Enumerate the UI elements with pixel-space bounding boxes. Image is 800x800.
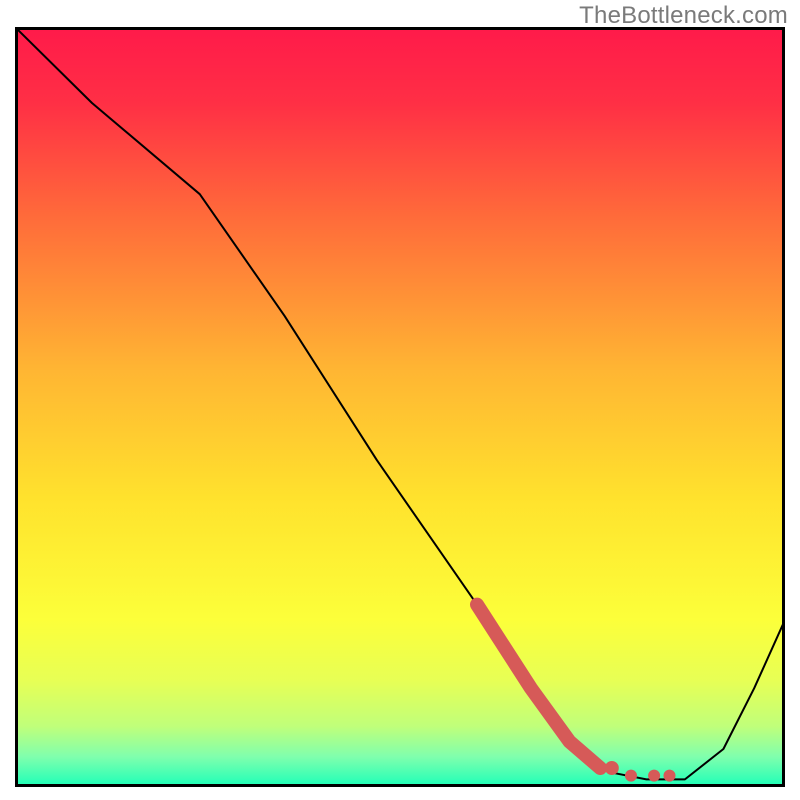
highlight-dot bbox=[664, 770, 676, 782]
bottleneck-chart bbox=[15, 27, 785, 787]
highlight-dot bbox=[648, 770, 660, 782]
watermark-text: TheBottleneck.com bbox=[579, 2, 788, 30]
plot-area bbox=[15, 27, 785, 787]
chart-container: TheBottleneck.com bbox=[0, 0, 800, 800]
gradient-background bbox=[15, 27, 785, 787]
highlight-dot bbox=[625, 770, 637, 782]
highlight-dot bbox=[605, 761, 619, 775]
